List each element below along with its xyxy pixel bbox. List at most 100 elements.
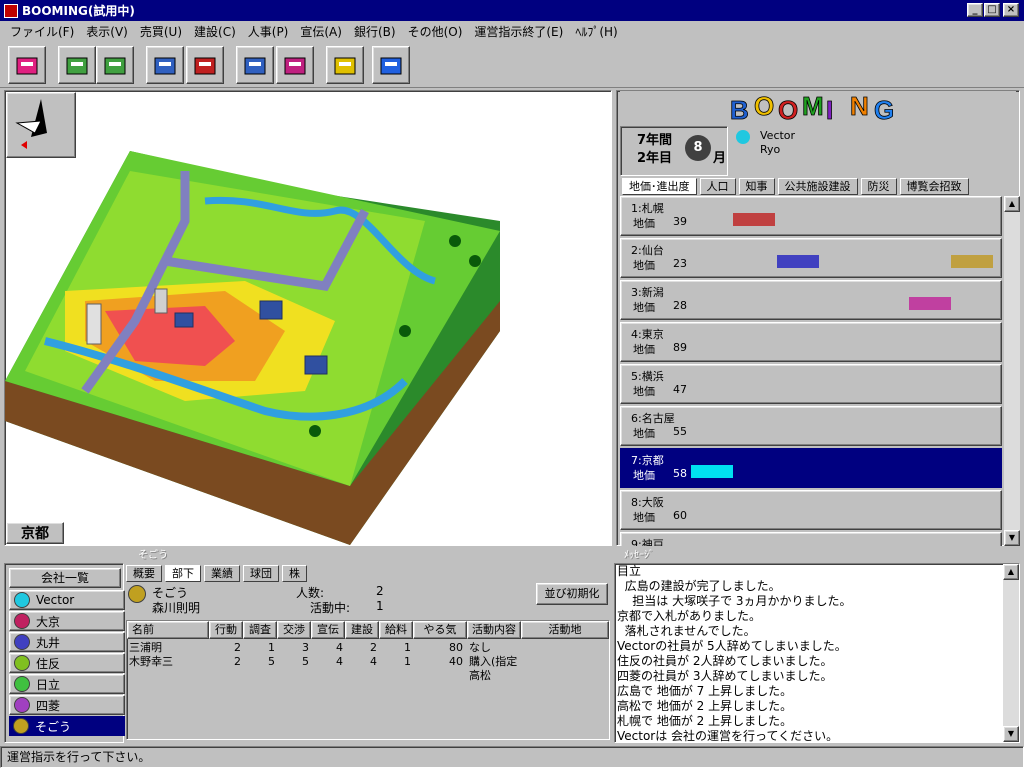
company-presence-bar xyxy=(909,297,951,310)
company-item[interactable]: そごう xyxy=(9,716,125,736)
detail-tab-3[interactable]: 球団 xyxy=(243,565,279,582)
sort-reset-button[interactable]: 並び初期化 xyxy=(536,583,608,605)
menu-item-0[interactable]: ファイル(F) xyxy=(4,23,80,40)
message-log: 目立 広島の建設が完了しました。 担当は 大塚咲子で 3ヵ月かかりました。 京都… xyxy=(614,563,1020,743)
company-item[interactable]: 大京 xyxy=(9,611,125,631)
hospital-icon[interactable] xyxy=(186,46,224,84)
detail-tab-4[interactable]: 株 xyxy=(282,565,307,582)
compass[interactable] xyxy=(6,92,76,158)
detail-tab-2[interactable]: 業績 xyxy=(204,565,240,582)
scroll-down-button[interactable]: ▼ xyxy=(1004,530,1020,546)
info-tab-3[interactable]: 公共施設建設 xyxy=(777,178,858,195)
isometric-map[interactable] xyxy=(5,91,611,545)
city-row[interactable]: 9:神戸 xyxy=(620,532,1002,546)
minimize-button[interactable]: _ xyxy=(967,3,983,17)
table-cell: 4 xyxy=(370,655,377,668)
column-header[interactable]: 活動地 xyxy=(521,621,609,639)
city-name: 5:横浜 xyxy=(631,370,664,383)
company-item[interactable]: 四菱 xyxy=(9,695,125,715)
sell-icon[interactable] xyxy=(58,46,96,84)
city-row[interactable]: 1:札幌 地価 39 xyxy=(620,196,1002,236)
company-ball-icon xyxy=(14,613,30,629)
scroll-up-button[interactable]: ▲ xyxy=(1004,196,1020,212)
menu-item-1[interactable]: 表示(V) xyxy=(80,23,134,40)
message-scroll-down[interactable]: ▼ xyxy=(1003,726,1019,742)
info-tab-0[interactable]: 地価･進出度 xyxy=(622,178,697,195)
company-item[interactable]: 丸井 xyxy=(9,632,125,652)
company-item[interactable]: Vector xyxy=(9,590,125,610)
column-header[interactable]: 交渉 xyxy=(277,621,311,639)
land-icon[interactable] xyxy=(8,46,46,84)
column-header[interactable]: 調査 xyxy=(243,621,277,639)
building xyxy=(259,300,283,320)
info-tab-4[interactable]: 防災 xyxy=(860,178,897,195)
tree xyxy=(309,425,321,437)
go-icon[interactable] xyxy=(372,46,410,84)
land-price-label: 地価 xyxy=(633,385,655,398)
city-row[interactable]: 5:横浜地価 47 xyxy=(620,364,1002,404)
staff-icon[interactable] xyxy=(236,46,274,84)
menu-item-7[interactable]: その他(O) xyxy=(402,23,469,40)
column-header[interactable]: 建設 xyxy=(345,621,379,639)
building xyxy=(304,355,328,375)
status-bar: 運営指示を行って下さい。 xyxy=(0,746,1024,768)
table-cell: 5 xyxy=(302,655,309,668)
compass-icon xyxy=(15,99,47,149)
city-row[interactable]: 8:大阪 地価 60 xyxy=(620,490,1002,530)
land-price-value: 89 xyxy=(673,341,687,354)
column-header[interactable]: 活動内容 xyxy=(467,621,521,639)
detail-manager: 森川則明 xyxy=(152,601,201,615)
company-item[interactable]: 住反 xyxy=(9,653,125,673)
city-list: 1:札幌 地価 39 2:仙台 地価 23 3:新潟 地価 28 4:東京 地価 89 5:横浜 地価 47… xyxy=(618,196,1004,546)
city-name: 6:名古屋 xyxy=(631,412,675,425)
people-icon[interactable] xyxy=(276,46,314,84)
alert-icon[interactable] xyxy=(326,46,364,84)
city-row[interactable]: 6:名古屋 地価 55 xyxy=(620,406,1002,446)
city-row[interactable]: 2:仙台 地価 23 xyxy=(620,238,1002,278)
land-price-label: 地価 xyxy=(633,259,655,272)
detail-tab-0[interactable]: 概要 xyxy=(126,565,162,582)
player-company: Vector xyxy=(760,129,796,142)
column-header[interactable]: 行動 xyxy=(209,621,243,639)
city-row[interactable]: 3:新潟 地価 28 xyxy=(620,280,1002,320)
maximize-button[interactable]: □ xyxy=(984,3,1000,17)
menu-item-5[interactable]: 宣伝(A) xyxy=(294,23,348,40)
column-header[interactable]: 宣伝 xyxy=(311,621,345,639)
table-cell: 購入(指定高松 xyxy=(469,655,518,682)
building xyxy=(174,312,194,328)
info-tab-2[interactable]: 知事 xyxy=(738,178,775,195)
menu-item-4[interactable]: 人事(P) xyxy=(242,23,295,40)
month-unit: 月 xyxy=(713,151,727,166)
city-row[interactable]: 4:東京 地価 89 xyxy=(620,322,1002,362)
build-icon[interactable] xyxy=(146,46,184,84)
land-price-value: 47 xyxy=(673,383,687,396)
message-scroll-up[interactable]: ▲ xyxy=(1003,564,1019,580)
buy-icon[interactable] xyxy=(96,46,134,84)
people-value: 2 xyxy=(376,584,384,598)
land-price-label: 地価 xyxy=(633,301,655,314)
menu-item-8[interactable]: 運営指示終了(E) xyxy=(468,23,569,40)
table-cell: 木野幸三 xyxy=(129,655,173,668)
company-list-header: 会社一覧 xyxy=(9,568,121,588)
player-info: Vector Ryo xyxy=(730,126,1020,176)
city-list-scrollbar[interactable]: ▲ ▼ xyxy=(1004,196,1020,546)
table-cell xyxy=(523,641,607,655)
info-tab-1[interactable]: 人口 xyxy=(699,178,736,195)
window-title: BOOMING(試用中) xyxy=(22,4,135,18)
company-item[interactable]: 日立 xyxy=(9,674,125,694)
table-cell: なし xyxy=(469,641,491,654)
detail-tab-1[interactable]: 部下 xyxy=(165,565,201,582)
menu-item-6[interactable]: 銀行(B) xyxy=(348,23,402,40)
logo-letter: B xyxy=(730,95,749,125)
menu-item-3[interactable]: 建設(C) xyxy=(188,23,242,40)
city-row[interactable]: 7:京都 地価 58 xyxy=(620,448,1002,488)
city-map[interactable] xyxy=(4,90,612,546)
column-header[interactable]: 名前 xyxy=(127,621,209,639)
message-scrollbar[interactable]: ▲ ▼ xyxy=(1003,564,1019,742)
menu-item-9[interactable]: ﾍﾙﾌﾟ(H) xyxy=(569,23,623,40)
column-header[interactable]: やる気 xyxy=(413,621,467,639)
close-button[interactable]: × xyxy=(1003,3,1019,17)
info-tab-5[interactable]: 博覧会招致 xyxy=(899,178,969,195)
menu-item-2[interactable]: 売買(U) xyxy=(134,23,188,40)
column-header[interactable]: 給料 xyxy=(379,621,413,639)
